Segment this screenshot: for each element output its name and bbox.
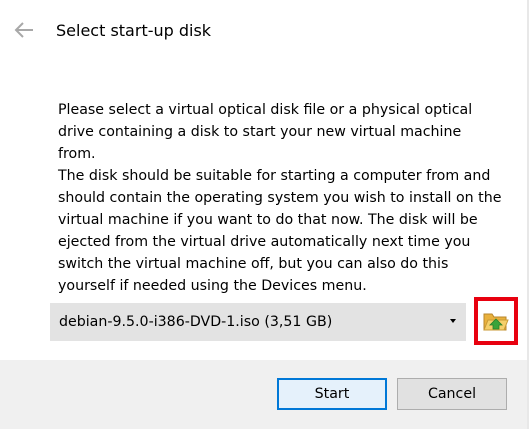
cancel-button[interactable]: Cancel	[397, 378, 507, 410]
dialog-header: Select start-up disk	[0, 0, 529, 62]
dialog-title: Select start-up disk	[56, 21, 212, 40]
start-button[interactable]: Start	[277, 378, 387, 410]
disk-selector-dropdown[interactable]: debian-9.5.0-i386-DVD-1.iso (3,51 GB)	[50, 303, 466, 341]
chevron-down-icon	[450, 319, 456, 323]
details-paragraph: The disk should be suitable for starting…	[58, 168, 502, 294]
folder-open-icon	[483, 309, 509, 333]
select-startup-disk-dialog: Select start-up disk Please select a vir…	[0, 0, 529, 429]
disk-selector-value: debian-9.5.0-i386-DVD-1.iso (3,51 GB)	[59, 314, 333, 330]
arrow-left-icon[interactable]	[12, 19, 36, 43]
dialog-footer: Start Cancel	[0, 360, 529, 429]
intro-paragraph: Please select a virtual optical disk fil…	[58, 102, 473, 162]
choose-disk-file-button[interactable]	[474, 297, 518, 345]
